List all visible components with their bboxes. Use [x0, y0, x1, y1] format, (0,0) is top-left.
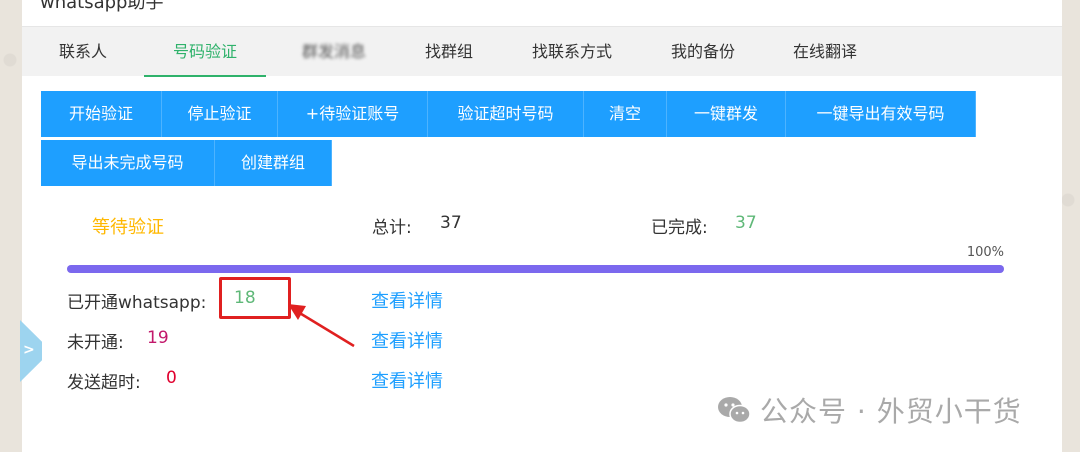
arrow-head — [288, 304, 306, 320]
chevron-right-icon: > — [23, 342, 35, 358]
arrow-line — [297, 310, 355, 348]
wechat-icon — [716, 395, 752, 432]
annotation-arrow — [288, 304, 355, 348]
watermark-text: 公众号 · 外贸小干货 — [760, 395, 1022, 428]
watermark: 公众号 · 外贸小干货 — [716, 390, 1022, 432]
